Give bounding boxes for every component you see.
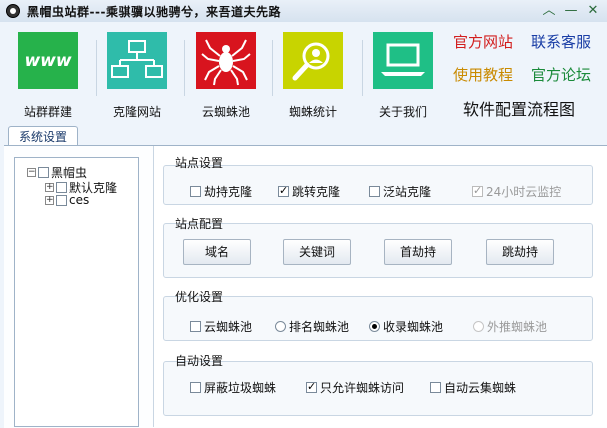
collapse-icon[interactable]: − bbox=[27, 168, 36, 177]
toolbar-item-clone-site[interactable]: 克隆网站 bbox=[97, 32, 177, 120]
cloud-spider-pool-checkbox[interactable]: 云蜘蛛池 bbox=[190, 318, 252, 335]
redirect-clone-checkbox[interactable]: 跳转克隆 bbox=[278, 183, 340, 200]
site-tree: − 黑帽虫 + 默认克隆 + ces bbox=[14, 157, 139, 427]
toolbar-item-label: 克隆网站 bbox=[112, 105, 161, 119]
index-spider-pool-radio[interactable]: 收录蜘蛛池 bbox=[369, 318, 443, 335]
redirect-hijack-button[interactable]: 跳劫持 bbox=[486, 239, 554, 265]
laptop-icon bbox=[373, 32, 433, 89]
title-bar: 黑帽虫站群---乘骐骥以驰骋兮，来吾道夫先路 ︿ — ✕ bbox=[0, 0, 607, 23]
search-user-icon bbox=[283, 32, 343, 89]
tree-checkbox[interactable] bbox=[56, 194, 67, 206]
toolbar-divider bbox=[184, 40, 185, 96]
app-icon bbox=[6, 4, 20, 18]
cloud-monitor-24h-checkbox: 24小时云监控 bbox=[472, 183, 561, 200]
auto-gather-spiders-checkbox[interactable]: 自动云集蜘蛛 bbox=[430, 379, 516, 396]
www-icon: www bbox=[18, 32, 78, 89]
tree-checkbox[interactable] bbox=[56, 182, 67, 193]
window-title: 黑帽虫站群---乘骐骥以驰骋兮，来吾道夫先路 bbox=[27, 5, 281, 19]
config-flow-chart-link[interactable]: 软件配置流程图 bbox=[463, 96, 575, 120]
close-window-button[interactable]: ✕ bbox=[584, 3, 602, 19]
toolbar-item-label: 云蜘蛛池 bbox=[201, 105, 250, 119]
toolbar-item-cloud-spider-pool[interactable]: 云蜘蛛池 bbox=[186, 32, 266, 120]
customer-service-link[interactable]: 联系客服 bbox=[531, 31, 591, 52]
tree-item-ces[interactable]: + ces bbox=[45, 193, 89, 207]
minimize-window-button[interactable]: — bbox=[562, 3, 580, 19]
toolbar: www 站群群建 克隆网站 云蜘蛛池 蜘蛛统计 关于我们 官方网站 联系客服 使… bbox=[0, 22, 607, 122]
site-config-title: 站点配置 bbox=[175, 217, 224, 231]
tab-bar: 系统设置 bbox=[0, 124, 607, 146]
pan-site-clone-checkbox[interactable]: 泛站克隆 bbox=[369, 183, 431, 200]
toolbar-item-site-build[interactable]: www 站群群建 bbox=[8, 32, 88, 120]
keywords-button[interactable]: 关键词 bbox=[283, 239, 351, 265]
toolbar-item-about-us[interactable]: 关于我们 bbox=[363, 32, 443, 120]
auto-settings-title: 自动设置 bbox=[175, 354, 224, 368]
expand-icon[interactable]: + bbox=[45, 183, 54, 192]
optimize-title: 优化设置 bbox=[175, 290, 224, 304]
toolbar-item-label: 蜘蛛统计 bbox=[288, 105, 337, 119]
toolbar-item-label: 站群群建 bbox=[23, 105, 72, 119]
site-settings-title: 站点设置 bbox=[175, 156, 224, 170]
tutorial-link[interactable]: 使用教程 bbox=[453, 64, 513, 85]
spider-icon bbox=[196, 32, 256, 89]
first-hijack-button[interactable]: 首劫持 bbox=[384, 239, 452, 265]
expand-icon[interactable]: + bbox=[45, 195, 54, 205]
tree-checkbox[interactable] bbox=[38, 167, 49, 178]
block-junk-spiders-checkbox[interactable]: 屏蔽垃圾蜘蛛 bbox=[190, 379, 276, 396]
tree-item-label: ces bbox=[69, 193, 90, 207]
ranking-spider-pool-radio[interactable]: 排名蜘蛛池 bbox=[275, 318, 349, 335]
forum-link[interactable]: 官方论坛 bbox=[531, 64, 591, 85]
hijack-clone-checkbox[interactable]: 劫持克隆 bbox=[190, 183, 252, 200]
toolbar-item-label: 关于我们 bbox=[378, 105, 427, 119]
tab-system-settings[interactable]: 系统设置 bbox=[8, 126, 78, 146]
domain-button[interactable]: 域名 bbox=[183, 239, 251, 265]
outreach-spider-pool-radio: 外推蜘蛛池 bbox=[473, 318, 547, 335]
official-site-link[interactable]: 官方网站 bbox=[453, 31, 513, 52]
spider-only-access-checkbox[interactable]: 只允许蜘蛛访问 bbox=[306, 379, 404, 396]
www-icon-text: www bbox=[24, 51, 71, 71]
network-clone-icon bbox=[107, 32, 167, 89]
collapse-window-button[interactable]: ︿ bbox=[540, 3, 558, 19]
toolbar-item-spider-stats[interactable]: 蜘蛛统计 bbox=[273, 32, 353, 120]
